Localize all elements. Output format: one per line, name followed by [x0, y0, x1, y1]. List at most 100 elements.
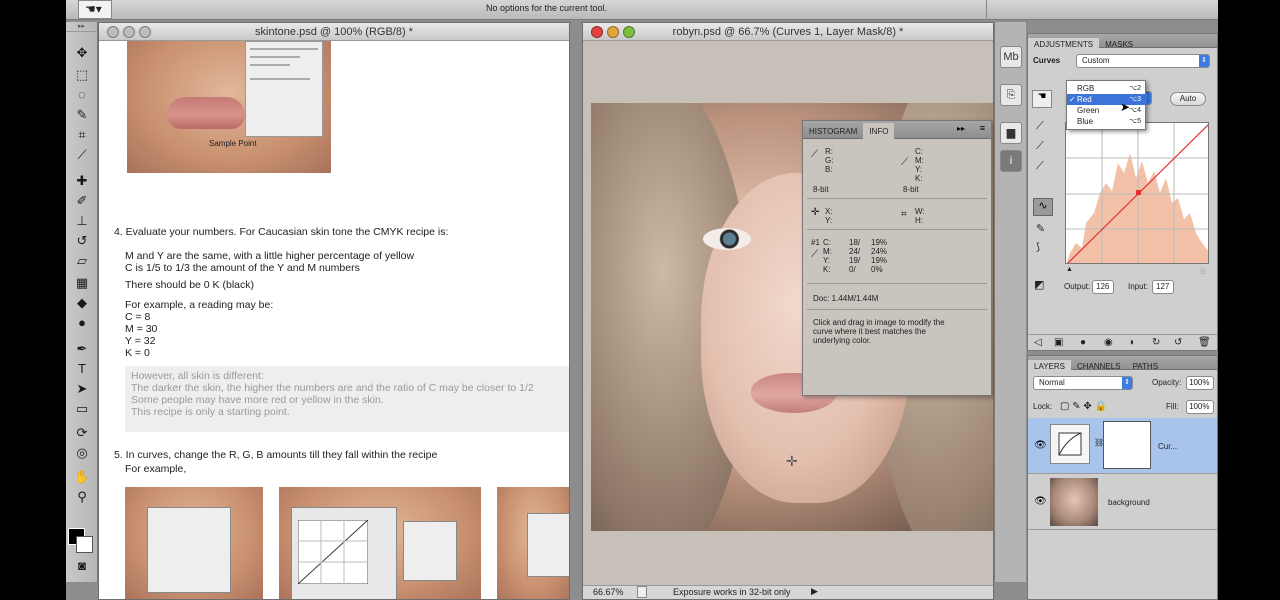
- minibridge-icon[interactable]: Mb: [1000, 46, 1022, 68]
- hand-tool-icon[interactable]: ✋: [71, 468, 93, 486]
- dodge-tool-icon[interactable]: ●: [71, 314, 93, 332]
- white-point-eyedropper-icon[interactable]: ⟋: [1036, 160, 1044, 173]
- shape-tool-icon[interactable]: ▭: [71, 400, 93, 418]
- visibility-icon[interactable]: ◉: [1104, 337, 1113, 348]
- fill-field[interactable]: 100%: [1186, 400, 1214, 414]
- layer-row-curves[interactable]: 👁 ⛓ Cur...: [1028, 418, 1217, 474]
- lasso-tool-icon[interactable]: ◌: [71, 86, 93, 104]
- sample-c-label: C:: [823, 238, 831, 247]
- chain-link-icon[interactable]: ⛓: [1094, 438, 1104, 447]
- clip-to-layer-icon[interactable]: ●: [1080, 337, 1086, 348]
- layer-row-background[interactable]: 👁 background: [1028, 474, 1217, 530]
- eye-icon[interactable]: 👁: [1034, 440, 1047, 451]
- minimize-icon[interactable]: [123, 26, 135, 38]
- background-color-swatch[interactable]: [76, 536, 93, 553]
- type-tool-icon[interactable]: T: [71, 360, 93, 378]
- example-k: K = 0: [125, 347, 150, 359]
- layer-name[interactable]: Cur...: [1158, 442, 1177, 451]
- black-point-eyedropper-icon[interactable]: ⟋: [1036, 120, 1044, 133]
- history-brush-tool-icon[interactable]: ↺: [71, 232, 93, 250]
- input-field[interactable]: 127: [1152, 280, 1174, 294]
- quick-select-tool-icon[interactable]: ✎: [71, 106, 93, 124]
- info-icon[interactable]: i: [1000, 150, 1022, 172]
- auto-button[interactable]: Auto: [1170, 92, 1206, 106]
- brush-tool-icon[interactable]: ✐: [71, 192, 93, 210]
- healing-brush-tool-icon[interactable]: ✚: [71, 172, 93, 190]
- marquee-tool-icon[interactable]: ⬚: [71, 66, 93, 84]
- status-bar: 66.67% Exposure works in 32-bit only ▶: [583, 585, 993, 599]
- white-slider-icon[interactable]: △: [1200, 266, 1205, 274]
- preset-select[interactable]: Custom ⇕: [1076, 54, 1210, 68]
- clipping-icon[interactable]: ◩: [1034, 278, 1044, 291]
- sample-k-percent: 0%: [871, 265, 883, 274]
- eraser-tool-icon[interactable]: ▱: [71, 252, 93, 270]
- eyedropper-tool-icon[interactable]: ⟋: [71, 146, 93, 164]
- layer-mask-thumbnail[interactable]: [1104, 422, 1150, 468]
- document-titlebar[interactable]: robyn.psd @ 66.7% (Curves 1, Layer Mask/…: [583, 23, 993, 41]
- sample-label: #1: [811, 238, 820, 247]
- document-title: skintone.psd @ 100% (RGB/8) *: [255, 26, 413, 38]
- blend-mode-select[interactable]: Normal ⇕: [1033, 376, 1133, 390]
- menu-item-blue[interactable]: Blue ⌥5: [1067, 116, 1147, 127]
- tab-histogram[interactable]: HISTOGRAM: [803, 123, 863, 141]
- smooth-icon[interactable]: ⟆: [1036, 242, 1040, 253]
- curve-point-tool-icon[interactable]: ∿: [1033, 198, 1053, 216]
- clone-stamp-tool-icon[interactable]: ⊥: [71, 212, 93, 230]
- adjustments-footer: ◁ ▣ ● ◉ ◑ ↻ ↺ 🗑: [1028, 334, 1217, 350]
- minimize-icon[interactable]: [607, 26, 619, 38]
- layer-name[interactable]: background: [1108, 498, 1150, 507]
- lock-icons[interactable]: ▢ ✎ ✥ 🔒: [1060, 401, 1107, 412]
- crop-tool-icon[interactable]: ⌗: [71, 126, 93, 144]
- histogram-icon[interactable]: ▆: [1000, 122, 1022, 144]
- expand-view-icon[interactable]: ▣: [1054, 337, 1063, 348]
- document-titlebar[interactable]: skintone.psd @ 100% (RGB/8) *: [99, 23, 569, 41]
- 3d-orbit-tool-icon[interactable]: ◎: [71, 444, 93, 462]
- history-icon[interactable]: ⎘: [1000, 84, 1022, 106]
- tool-preset-picker[interactable]: ☚▾: [78, 0, 112, 19]
- trash-icon[interactable]: 🗑: [1198, 337, 1211, 348]
- zoom-icon[interactable]: [623, 26, 635, 38]
- pen-tool-icon[interactable]: ✒: [71, 340, 93, 358]
- curves-graph[interactable]: [1065, 122, 1209, 264]
- refresh-icon[interactable]: ↺: [1174, 337, 1182, 348]
- 3d-rotate-tool-icon[interactable]: ⟳: [71, 424, 93, 442]
- zoom-tool-icon[interactable]: ⚲: [71, 488, 93, 506]
- panel-menu-icon[interactable]: ≡: [980, 123, 985, 133]
- tab-adjustments[interactable]: ADJUSTMENTS: [1028, 38, 1100, 52]
- collapse-icon[interactable]: ▸▸: [957, 124, 965, 133]
- curve-control-point[interactable]: [1136, 190, 1141, 195]
- back-arrow-icon[interactable]: ◁: [1034, 337, 1042, 348]
- close-icon[interactable]: [107, 26, 119, 38]
- tab-channels[interactable]: CHANNELS: [1071, 360, 1127, 374]
- eyedropper-icon: ⟋: [901, 157, 908, 168]
- tab-info[interactable]: INFO: [863, 123, 895, 141]
- move-tool-icon[interactable]: ✥: [71, 44, 93, 62]
- gradient-tool-icon[interactable]: ▦: [71, 274, 93, 292]
- eye-icon[interactable]: 👁: [1034, 496, 1047, 507]
- close-icon[interactable]: [591, 26, 603, 38]
- opacity-field[interactable]: 100%: [1186, 376, 1214, 390]
- menu-item-green[interactable]: Green ⌥4: [1067, 105, 1147, 116]
- tab-layers[interactable]: LAYERS: [1028, 360, 1071, 374]
- view-previous-icon[interactable]: ◑: [1128, 337, 1134, 348]
- menu-item-red[interactable]: ✓ Red ⌥3: [1067, 94, 1147, 105]
- status-menu-icon[interactable]: [637, 586, 647, 598]
- blur-tool-icon[interactable]: ◆: [71, 294, 93, 312]
- black-slider-icon[interactable]: ▲: [1066, 266, 1073, 273]
- gray-point-eyedropper-icon[interactable]: ⟋: [1036, 140, 1044, 153]
- path-select-tool-icon[interactable]: ➤: [71, 380, 93, 398]
- on-image-adjust-icon[interactable]: ☚: [1032, 90, 1052, 108]
- menu-item-rgb[interactable]: RGB ⌥2: [1067, 83, 1147, 94]
- tab-masks[interactable]: MASKS: [1099, 38, 1139, 52]
- zoom-icon[interactable]: [139, 26, 151, 38]
- status-arrow-icon[interactable]: ▶: [811, 586, 818, 597]
- document-canvas[interactable]: Sample Point 4. Evaluate your numbers. F…: [99, 41, 569, 599]
- reset-icon[interactable]: ↻: [1152, 337, 1160, 348]
- tab-paths[interactable]: PATHS: [1127, 360, 1164, 374]
- output-field[interactable]: 126: [1092, 280, 1114, 294]
- info-panel: HISTOGRAM INFO ▸▸ ≡ ⟋ R: G: B: ⟋ C: M: Y:…: [802, 120, 992, 396]
- pencil-icon[interactable]: ✎: [1036, 222, 1045, 235]
- quick-mask-icon[interactable]: ◙: [71, 557, 93, 575]
- toolbox-grip[interactable]: ▸▸: [66, 22, 97, 32]
- zoom-level[interactable]: 66.67%: [593, 587, 624, 597]
